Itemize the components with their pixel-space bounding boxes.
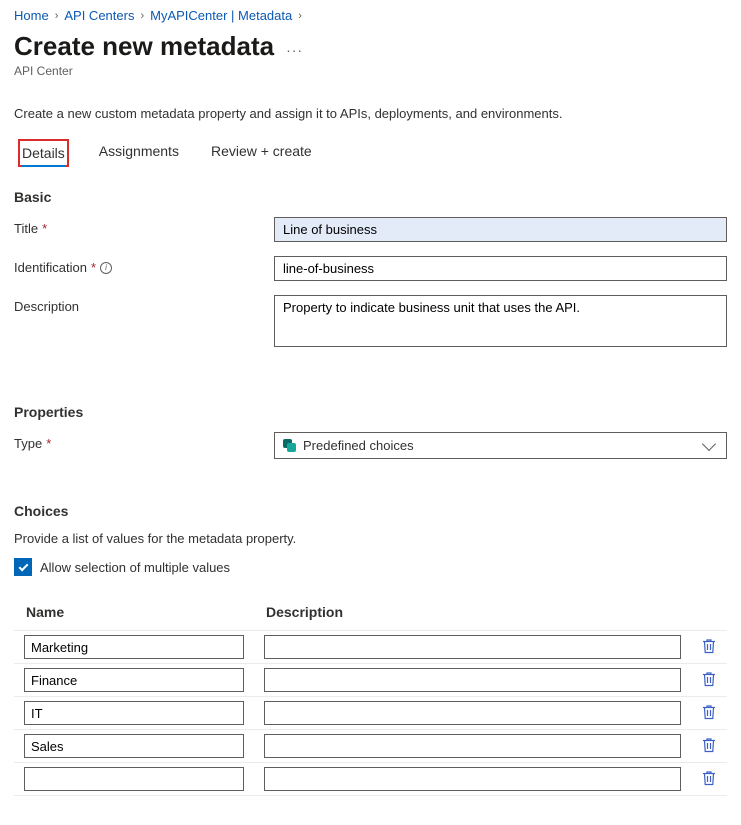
choice-name-input[interactable]: [24, 767, 244, 791]
label-type: Type*: [14, 432, 274, 451]
description-input[interactable]: [274, 295, 727, 347]
breadcrumb-current[interactable]: MyAPICenter | Metadata: [150, 8, 292, 23]
trash-icon[interactable]: [702, 704, 716, 720]
tab-details[interactable]: Details: [18, 139, 69, 167]
required-indicator: *: [91, 260, 96, 275]
choice-desc-input[interactable]: [264, 767, 681, 791]
choices-icon: [283, 439, 297, 453]
tab-assignments[interactable]: Assignments: [97, 139, 181, 167]
page-subtitle: API Center: [14, 64, 727, 78]
choice-name-input[interactable]: [24, 734, 244, 758]
required-indicator: *: [42, 221, 47, 236]
table-row: [14, 763, 727, 796]
col-desc: Description: [254, 598, 691, 631]
chevron-down-icon: [702, 436, 716, 450]
tab-review[interactable]: Review + create: [209, 139, 314, 167]
trash-icon[interactable]: [702, 671, 716, 687]
table-row: [14, 631, 727, 664]
tab-bar: Details Assignments Review + create: [14, 139, 727, 167]
more-icon[interactable]: ···: [286, 36, 303, 58]
check-icon: [18, 561, 28, 571]
title-input[interactable]: [274, 217, 727, 242]
table-row: [14, 697, 727, 730]
label-description: Description: [14, 295, 274, 314]
col-name: Name: [14, 598, 254, 631]
multi-label: Allow selection of multiple values: [40, 560, 230, 575]
type-select[interactable]: Predefined choices: [274, 432, 727, 459]
choice-desc-input[interactable]: [264, 701, 681, 725]
section-properties: Properties: [14, 404, 727, 420]
chevron-right-icon: ›: [140, 10, 144, 22]
breadcrumb-home[interactable]: Home: [14, 8, 49, 23]
info-icon[interactable]: i: [100, 262, 112, 274]
choice-name-input[interactable]: [24, 701, 244, 725]
choice-desc-input[interactable]: [264, 734, 681, 758]
required-indicator: *: [46, 436, 51, 451]
identification-input[interactable]: [274, 256, 727, 281]
trash-icon[interactable]: [702, 638, 716, 654]
trash-icon[interactable]: [702, 737, 716, 753]
table-row: [14, 730, 727, 763]
label-identification: Identification* i: [14, 256, 274, 275]
choice-desc-input[interactable]: [264, 635, 681, 659]
chevron-right-icon: ›: [55, 10, 59, 22]
table-row: [14, 664, 727, 697]
multi-checkbox[interactable]: [14, 558, 32, 576]
label-title: Title*: [14, 217, 274, 236]
choice-desc-input[interactable]: [264, 668, 681, 692]
section-basic: Basic: [14, 189, 727, 205]
breadcrumb-centers[interactable]: API Centers: [64, 8, 134, 23]
choice-name-input[interactable]: [24, 668, 244, 692]
chevron-right-icon: ›: [298, 10, 302, 22]
choices-intro: Provide a list of values for the metadat…: [14, 531, 727, 546]
section-choices: Choices: [14, 503, 727, 519]
intro-text: Create a new custom metadata property an…: [14, 106, 727, 121]
breadcrumb: Home › API Centers › MyAPICenter | Metad…: [14, 8, 727, 23]
choices-table: Name Description: [14, 598, 727, 796]
choice-name-input[interactable]: [24, 635, 244, 659]
type-value: Predefined choices: [303, 438, 414, 453]
page-title: Create new metadata: [14, 31, 274, 62]
trash-icon[interactable]: [702, 770, 716, 786]
